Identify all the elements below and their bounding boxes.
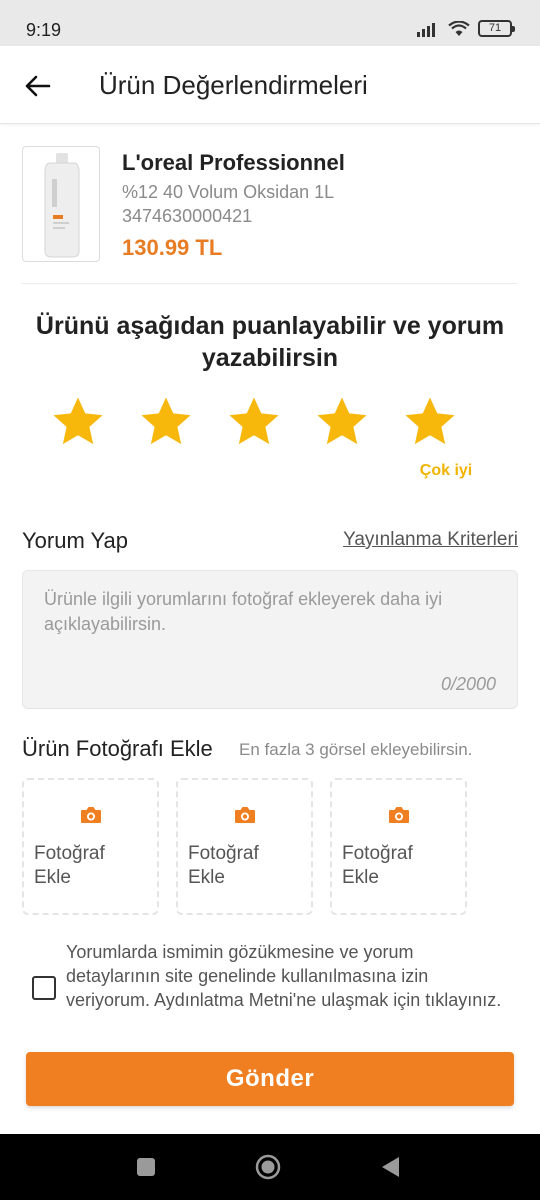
rating-label: Çok iyi: [419, 462, 473, 479]
photo-hint: En fazla 3 görsel ekleyebilirsin.: [239, 740, 473, 759]
star-4-icon[interactable]: [314, 394, 370, 450]
product-brand: L'oreal Professionnel: [122, 150, 345, 175]
add-photo-label: Fotoğraf Ekle: [188, 843, 259, 888]
product-name: %12 40 Volum Oksidan 1L: [122, 182, 335, 202]
submit-button[interactable]: Gönder: [26, 1052, 514, 1106]
wifi-icon: [448, 20, 470, 36]
status-bar: 9:19 71: [0, 0, 540, 46]
recents-icon[interactable]: [133, 1154, 159, 1180]
rating-prompt: Ürünü aşağıdan puanlayabilir ve yorum ya…: [35, 312, 505, 372]
home-icon[interactable]: [255, 1154, 281, 1180]
consent-text[interactable]: Yorumlarda ismimin gözükmesine ve yorum …: [66, 940, 506, 1012]
add-photo-button-2[interactable]: Fotoğraf Ekle: [176, 778, 313, 915]
system-nav-bar: [0, 1134, 540, 1200]
consent-checkbox[interactable]: [32, 976, 56, 1000]
star-2-icon[interactable]: [138, 394, 194, 450]
add-photo-label: Fotoğraf Ekle: [342, 843, 413, 888]
status-time: 9:19: [26, 20, 62, 40]
comment-textarea[interactable]: Ürünle ilgili yorumlarını fotoğraf ekley…: [22, 570, 518, 709]
star-rating[interactable]: [50, 394, 490, 454]
camera-icon: [235, 807, 255, 823]
arrow-left-icon: [25, 75, 51, 97]
add-photo-button-3[interactable]: Fotoğraf Ekle: [330, 778, 467, 915]
product-image: [22, 146, 100, 262]
product-bottle-image: [44, 153, 80, 258]
battery-level: 71: [488, 22, 502, 34]
app-header: Ürün Değerlendirmeleri: [0, 46, 540, 124]
add-photo-label: Fotoğraf Ekle: [34, 843, 105, 888]
comment-section-title: Yorum Yap: [22, 528, 129, 553]
star-5-icon[interactable]: [402, 394, 458, 450]
status-icons: 71: [416, 20, 515, 37]
camera-icon: [389, 807, 409, 823]
character-counter: 0/2000: [440, 674, 496, 694]
consent-row: Yorumlarda ismimin gözükmesine ve yorum …: [22, 940, 518, 1026]
star-1-icon[interactable]: [50, 394, 106, 450]
star-3-icon[interactable]: [226, 394, 282, 450]
product-code: 3474630000421: [122, 206, 253, 226]
page-title: Ürün Değerlendirmeleri: [99, 70, 368, 100]
comment-placeholder: Ürünle ilgili yorumlarını fotoğraf ekley…: [44, 589, 443, 634]
product-summary: L'oreal Professionnel %12 40 Volum Oksid…: [22, 146, 518, 284]
add-photo-button-1[interactable]: Fotoğraf Ekle: [22, 778, 159, 915]
photo-section-title: Ürün Fotoğrafı Ekle: [22, 736, 213, 761]
back-icon[interactable]: [378, 1154, 404, 1180]
product-price: 130.99 TL: [122, 235, 223, 260]
back-button[interactable]: [20, 68, 56, 104]
camera-icon: [81, 807, 101, 823]
signal-icon: [417, 22, 435, 37]
publishing-criteria-link[interactable]: Yayınlanma Kriterleri: [343, 529, 518, 551]
battery-icon: 71: [478, 20, 515, 37]
